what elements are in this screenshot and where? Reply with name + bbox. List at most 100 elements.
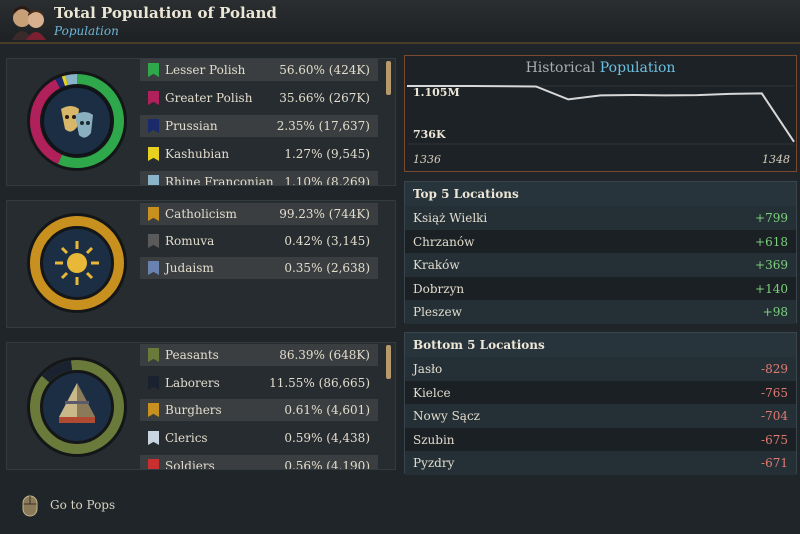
religion-flag-icon bbox=[148, 234, 159, 248]
location-name: Książ Wielki bbox=[413, 211, 488, 225]
list-item[interactable]: Romuva 0.42% (3,145) bbox=[140, 230, 378, 252]
bottom-locations-list: Jasło -829 Kielce -765 Nowy Sącz -704 Sz… bbox=[405, 357, 796, 475]
culture-name: Rhine Franconian bbox=[165, 175, 274, 185]
culture-name: Kashubian bbox=[165, 147, 230, 161]
religion-name: Romuva bbox=[165, 234, 215, 248]
location-name: Nowy Sącz bbox=[413, 409, 481, 423]
location-change: -704 bbox=[761, 409, 788, 423]
list-item[interactable]: Kashubian 1.27% (9,545) bbox=[140, 143, 378, 165]
pop-value: 0.59% (4,438) bbox=[284, 431, 370, 445]
historical-population-chart[interactable]: Historical Population 1.105M 736K 1336 1… bbox=[404, 55, 797, 172]
religion-value: 0.42% (3,145) bbox=[284, 234, 370, 248]
pop-flag-icon bbox=[148, 376, 159, 390]
culture-name: Prussian bbox=[165, 119, 218, 133]
culture-value: 1.27% (9,545) bbox=[284, 147, 370, 161]
location-change: +140 bbox=[755, 281, 788, 296]
window-header: Total Population of Poland Population bbox=[0, 0, 800, 44]
location-name: Kielce bbox=[413, 385, 451, 400]
culture-name: Lesser Polish bbox=[165, 63, 246, 77]
culture-flag-icon bbox=[148, 91, 159, 105]
list-item[interactable]: Peasants 86.39% (648K) bbox=[140, 344, 378, 366]
pops-list: Peasants 86.39% (648K) Laborers 11.55% (… bbox=[0, 343, 400, 469]
location-change: +98 bbox=[762, 305, 788, 319]
religion-value: 0.35% (2,638) bbox=[284, 261, 370, 275]
top-locations-title: Top 5 Locations bbox=[405, 182, 796, 206]
pop-value: 0.56% (4,190) bbox=[284, 459, 370, 469]
culture-value: 35.66% (267K) bbox=[279, 91, 370, 105]
pop-value: 0.61% (4,601) bbox=[284, 403, 370, 417]
location-name: Jasło bbox=[413, 362, 443, 376]
location-change: +799 bbox=[755, 211, 788, 225]
list-item[interactable]: Lesser Polish 56.60% (424K) bbox=[140, 59, 378, 81]
location-name: Kraków bbox=[413, 258, 460, 272]
religion-name: Catholicism bbox=[165, 207, 237, 221]
list-item[interactable]: Catholicism 99.23% (744K) bbox=[140, 203, 378, 225]
religion-flag-icon bbox=[148, 261, 159, 275]
x-end-label: 1348 bbox=[762, 153, 790, 166]
culture-flag-icon bbox=[148, 63, 159, 77]
y-min-label: 736K bbox=[413, 128, 446, 141]
table-row[interactable]: Pleszew +98 bbox=[405, 300, 796, 324]
list-item[interactable]: Clerics 0.59% (4,438) bbox=[140, 427, 378, 449]
top-locations-panel: Top 5 Locations Książ Wielki +799 Chrzan… bbox=[404, 181, 797, 324]
location-change: +369 bbox=[755, 258, 788, 272]
pop-name: Clerics bbox=[165, 431, 208, 445]
list-item[interactable]: Soldiers 0.56% (4,190) bbox=[140, 455, 378, 469]
culture-value: 56.60% (424K) bbox=[279, 63, 370, 77]
culture-flag-icon bbox=[148, 119, 159, 133]
list-item[interactable]: Judaism 0.35% (2,638) bbox=[140, 257, 378, 279]
page-subtitle: Population bbox=[54, 24, 119, 38]
list-item[interactable]: Burghers 0.61% (4,601) bbox=[140, 399, 378, 421]
population-series-line bbox=[407, 85, 795, 143]
pop-flag-icon bbox=[148, 431, 159, 445]
location-name: Pleszew bbox=[413, 305, 462, 319]
culture-flag-icon bbox=[148, 175, 159, 185]
pop-value: 11.55% (86,665) bbox=[269, 376, 370, 390]
location-name: Szubin bbox=[413, 432, 455, 447]
pop-name: Peasants bbox=[165, 348, 219, 362]
list-item[interactable]: Laborers 11.55% (86,665) bbox=[140, 372, 378, 394]
table-row[interactable]: Książ Wielki +799 bbox=[405, 206, 796, 230]
location-name: Pyzdry bbox=[413, 456, 455, 470]
list-item[interactable]: Prussian 2.35% (17,637) bbox=[140, 115, 378, 137]
culture-name: Greater Polish bbox=[165, 91, 253, 105]
culture-flag-icon bbox=[148, 147, 159, 161]
table-row[interactable]: Nowy Sącz -704 bbox=[405, 404, 796, 428]
pop-value: 86.39% (648K) bbox=[279, 348, 370, 362]
religion-value: 99.23% (744K) bbox=[279, 207, 370, 221]
list-item[interactable]: Greater Polish 35.66% (267K) bbox=[140, 87, 378, 109]
location-change: -671 bbox=[761, 456, 788, 470]
x-start-label: 1336 bbox=[413, 153, 441, 166]
pop-flag-icon bbox=[148, 403, 159, 417]
location-change: -765 bbox=[761, 385, 788, 400]
location-change: -675 bbox=[761, 432, 788, 447]
pop-name: Laborers bbox=[165, 376, 220, 390]
table-row[interactable]: Pyzdry -671 bbox=[405, 451, 796, 475]
religion-name: Judaism bbox=[165, 261, 214, 275]
go-to-pops-button[interactable]: Go to Pops bbox=[50, 498, 115, 512]
table-row[interactable]: Jasło -829 bbox=[405, 357, 796, 381]
top-locations-list: Książ Wielki +799 Chrzanów +618 Kraków +… bbox=[405, 206, 796, 324]
location-change: -829 bbox=[761, 362, 788, 376]
page-title: Total Population of Poland bbox=[54, 4, 277, 22]
bottom-locations-panel: Bottom 5 Locations Jasło -829 Kielce -76… bbox=[404, 332, 797, 475]
pop-flag-icon bbox=[148, 348, 159, 362]
location-name: Chrzanów bbox=[413, 234, 475, 249]
table-row[interactable]: Kraków +369 bbox=[405, 253, 796, 277]
location-name: Dobrzyn bbox=[413, 281, 465, 296]
pop-name: Burghers bbox=[165, 403, 222, 417]
culture-value: 1.10% (8,269) bbox=[284, 175, 370, 185]
culture-value: 2.35% (17,637) bbox=[276, 119, 370, 133]
table-row[interactable]: Chrzanów +618 bbox=[405, 229, 796, 253]
culture-list: Lesser Polish 56.60% (424K) Greater Poli… bbox=[0, 59, 400, 185]
table-row[interactable]: Kielce -765 bbox=[405, 380, 796, 404]
table-row[interactable]: Dobrzyn +140 bbox=[405, 276, 796, 300]
bottom-locations-title: Bottom 5 Locations bbox=[405, 333, 796, 357]
table-row[interactable]: Szubin -675 bbox=[405, 427, 796, 451]
pop-flag-icon bbox=[148, 459, 159, 469]
pop-name: Soldiers bbox=[165, 459, 215, 469]
rulers-portrait-icon bbox=[12, 6, 46, 40]
list-item[interactable]: Rhine Franconian 1.10% (8,269) bbox=[140, 171, 378, 185]
mouse-icon bbox=[22, 495, 38, 517]
y-max-label: 1.105M bbox=[413, 86, 460, 99]
